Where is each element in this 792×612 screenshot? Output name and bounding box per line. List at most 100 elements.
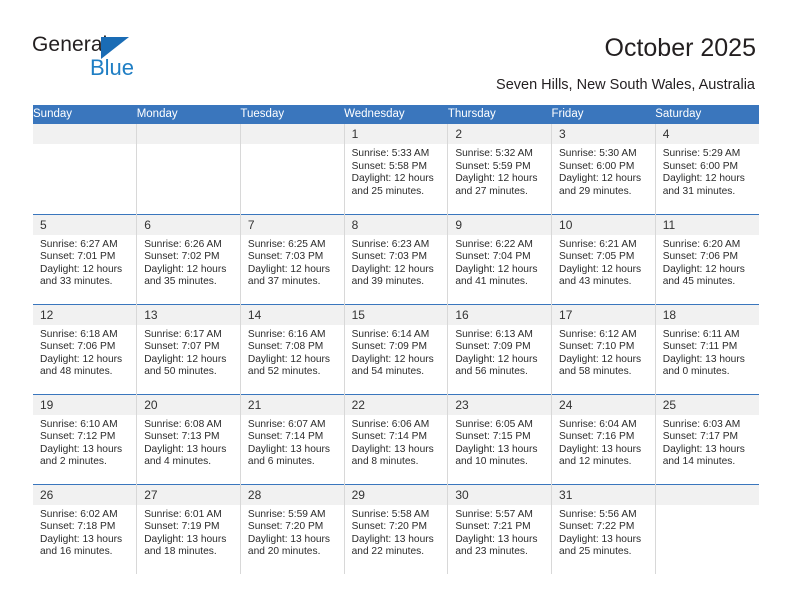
day-number-strip: 3 (552, 124, 655, 144)
calendar-day-cell[interactable]: 13 Sunrise: 6:17 AM Sunset: 7:07 PM Dayligh… (136, 303, 241, 394)
calendar-day-cell[interactable]: 11 Sunrise: 6:20 AM Sunset: 7:06 PM Dayligh… (655, 213, 759, 304)
sunset-text: Sunset: 7:15 PM (455, 431, 531, 443)
day-number-strip: 25 (655, 394, 759, 415)
day-number-strip: 30 (448, 484, 552, 505)
calendar-day-cell[interactable]: 3 Sunrise: 5:30 AM Sunset: 6:00 PM Daylight… (551, 124, 656, 214)
day-cell-content: 15 Sunrise: 6:14 AM Sunset: 7:09 PM Dayligh… (344, 304, 448, 394)
day-sun-info: Sunrise: 6:12 AM Sunset: 7:10 PM Daylight:… (552, 325, 655, 379)
day-number-strip (33, 124, 137, 144)
sunset-text: Sunset: 6:00 PM (662, 160, 739, 172)
calendar-day-cell[interactable]: 29 Sunrise: 5:58 AM Sunset: 7:20 PM Dayligh… (344, 483, 449, 575)
daylight-text: Daylight: 12 hours and 54 minutes. (351, 353, 434, 378)
day-sun-info: Sunrise: 6:10 AM Sunset: 7:12 PM Daylight:… (33, 415, 136, 469)
sunrise-text: Sunrise: 6:14 AM (351, 328, 430, 340)
weekday-header-thursday: Thursday (447, 105, 552, 124)
day-cell-content: 11 Sunrise: 6:20 AM Sunset: 7:06 PM Dayligh… (655, 214, 759, 304)
calendar-day-cell-empty (240, 124, 345, 214)
calendar-day-cell[interactable]: 18 Sunrise: 6:11 AM Sunset: 7:11 PM Dayligh… (655, 303, 759, 394)
logo-text-general: General (32, 33, 108, 56)
day-number: 19 (40, 397, 54, 412)
calendar-day-cell[interactable]: 22 Sunrise: 6:06 AM Sunset: 7:14 PM Dayligh… (344, 393, 449, 484)
calendar-day-cell[interactable]: 2 Sunrise: 5:32 AM Sunset: 5:59 PM Daylight… (447, 124, 553, 214)
day-number-strip: 9 (448, 214, 552, 235)
sunset-text: Sunset: 7:07 PM (144, 341, 220, 353)
sunset-text: Sunset: 7:09 PM (455, 341, 531, 353)
calendar-day-cell[interactable]: 30 Sunrise: 5:57 AM Sunset: 7:21 PM Dayligh… (447, 483, 553, 574)
daylight-text: Daylight: 13 hours and 18 minutes. (144, 533, 227, 558)
day-sun-info: Sunrise: 6:18 AM Sunset: 7:06 PM Daylight:… (33, 325, 136, 379)
page-title: October 2025 (604, 34, 757, 62)
calendar-day-cell[interactable]: 19 Sunrise: 6:10 AM Sunset: 7:12 PM Dayligh… (33, 393, 138, 484)
day-number-strip: 4 (655, 124, 759, 144)
sunrise-text: Sunrise: 6:06 AM (351, 418, 430, 430)
calendar-day-cell[interactable]: 14 Sunrise: 6:16 AM Sunset: 7:08 PM Dayligh… (240, 303, 345, 394)
sunset-text: Sunset: 7:20 PM (247, 521, 324, 533)
sunrise-text: Sunrise: 6:27 AM (40, 238, 118, 250)
day-sun-info: Sunrise: 5:29 AM Sunset: 6:00 PM Daylight:… (656, 144, 759, 198)
sunrise-text: Sunrise: 5:32 AM (455, 148, 533, 159)
calendar-day-cell[interactable]: 8 Sunrise: 6:23 AM Sunset: 7:03 PM Daylight… (344, 213, 449, 304)
calendar-week-row: 12 Sunrise: 6:18 AM Sunset: 7:06 PM Dayligh… (33, 303, 759, 394)
calendar-day-cell[interactable]: 24 Sunrise: 6:04 AM Sunset: 7:16 PM Dayligh… (551, 393, 656, 484)
calendar-day-cell[interactable]: 15 Sunrise: 6:14 AM Sunset: 7:09 PM Dayligh… (344, 303, 449, 394)
sunset-text: Sunset: 7:21 PM (455, 521, 531, 533)
daylight-text: Daylight: 13 hours and 25 minutes. (559, 533, 642, 558)
calendar-day-cell[interactable]: 7 Sunrise: 6:25 AM Sunset: 7:03 PM Daylight… (240, 213, 345, 304)
calendar-day-cell[interactable]: 21 Sunrise: 6:07 AM Sunset: 7:14 PM Dayligh… (240, 393, 345, 484)
day-number-strip: 15 (344, 304, 448, 325)
day-number-strip: 5 (33, 214, 137, 235)
sunrise-text: Sunrise: 6:05 AM (455, 418, 533, 430)
sunrise-text: Sunrise: 6:16 AM (247, 328, 326, 340)
day-number-strip: 16 (448, 304, 552, 325)
day-number-strip: 22 (344, 394, 448, 415)
daylight-text: Daylight: 13 hours and 4 minutes. (144, 443, 227, 468)
sunset-text: Sunset: 7:01 PM (40, 251, 116, 263)
day-sun-info: Sunrise: 6:25 AM Sunset: 7:03 PM Daylight:… (241, 235, 344, 289)
day-cell-content: 19 Sunrise: 6:10 AM Sunset: 7:12 PM Dayligh… (33, 394, 137, 484)
calendar-day-cell[interactable]: 25 Sunrise: 6:03 AM Sunset: 7:17 PM Dayligh… (655, 393, 759, 484)
day-cell-content (655, 484, 759, 575)
day-number-strip: 29 (344, 484, 448, 505)
day-sun-info: Sunrise: 6:01 AM Sunset: 7:19 PM Daylight:… (137, 505, 240, 559)
calendar-day-cell[interactable]: 16 Sunrise: 6:13 AM Sunset: 7:09 PM Dayligh… (447, 303, 553, 394)
sunset-text: Sunset: 7:02 PM (144, 251, 220, 263)
day-number: 9 (455, 217, 462, 232)
general-blue-logo[interactable]: General Blue (32, 33, 212, 81)
day-number-strip: 8 (344, 214, 448, 235)
calendar-day-cell[interactable]: 1 Sunrise: 5:33 AM Sunset: 5:58 PM Daylight… (344, 124, 449, 214)
daylight-text: Daylight: 13 hours and 0 minutes. (662, 353, 745, 378)
calendar-day-cell[interactable]: 23 Sunrise: 6:05 AM Sunset: 7:15 PM Dayligh… (447, 393, 553, 484)
sunset-text: Sunset: 7:11 PM (662, 341, 738, 353)
weekday-header-sunday: Sunday (33, 105, 137, 124)
daylight-text: Daylight: 12 hours and 50 minutes. (144, 353, 227, 378)
day-cell-content: 4 Sunrise: 5:29 AM Sunset: 6:00 PM Daylight… (655, 124, 759, 214)
sunset-text: Sunset: 7:03 PM (351, 251, 427, 263)
calendar-day-cell[interactable]: 20 Sunrise: 6:08 AM Sunset: 7:13 PM Dayligh… (136, 393, 241, 484)
calendar-day-cell[interactable]: 27 Sunrise: 6:01 AM Sunset: 7:19 PM Dayligh… (136, 483, 241, 574)
sunrise-text: Sunrise: 6:23 AM (351, 238, 430, 250)
daylight-text: Daylight: 13 hours and 14 minutes. (662, 443, 745, 468)
day-number-strip: 23 (448, 394, 552, 415)
daylight-text: Daylight: 13 hours and 16 minutes. (40, 533, 123, 558)
day-number: 18 (662, 307, 677, 322)
calendar-day-cell[interactable]: 4 Sunrise: 5:29 AM Sunset: 6:00 PM Daylight… (655, 124, 759, 214)
calendar-day-cell[interactable]: 9 Sunrise: 6:22 AM Sunset: 7:04 PM Daylight… (447, 213, 553, 304)
daylight-text: Daylight: 12 hours and 52 minutes. (247, 353, 331, 378)
daylight-text: Daylight: 12 hours and 41 minutes. (455, 263, 538, 288)
sunrise-text: Sunrise: 6:12 AM (559, 328, 637, 340)
daylight-text: Daylight: 12 hours and 43 minutes. (559, 263, 642, 288)
sunrise-text: Sunrise: 6:25 AM (247, 238, 326, 250)
calendar-day-cell[interactable]: 5 Sunrise: 6:27 AM Sunset: 7:01 PM Daylight… (33, 213, 138, 304)
day-sun-info: Sunrise: 5:57 AM Sunset: 7:21 PM Daylight:… (448, 505, 551, 559)
calendar-day-cell[interactable]: 6 Sunrise: 6:26 AM Sunset: 7:02 PM Daylight… (136, 213, 241, 304)
day-sun-info: Sunrise: 6:27 AM Sunset: 7:01 PM Daylight:… (33, 235, 136, 289)
calendar-day-cell[interactable]: 12 Sunrise: 6:18 AM Sunset: 7:06 PM Dayligh… (33, 303, 138, 394)
calendar-day-cell[interactable]: 28 Sunrise: 5:59 AM Sunset: 7:20 PM Dayligh… (240, 483, 345, 574)
calendar-day-cell[interactable]: 26 Sunrise: 6:02 AM Sunset: 7:18 PM Dayligh… (33, 483, 138, 574)
day-cell-content: 29 Sunrise: 5:58 AM Sunset: 7:20 PM Dayligh… (344, 484, 448, 575)
calendar-day-cell[interactable]: 31 Sunrise: 5:56 AM Sunset: 7:22 PM Dayligh… (551, 483, 656, 574)
calendar-day-cell[interactable]: 10 Sunrise: 6:21 AM Sunset: 7:05 PM Dayligh… (551, 213, 656, 304)
calendar-day-cell[interactable]: 17 Sunrise: 6:12 AM Sunset: 7:10 PM Dayligh… (551, 303, 656, 394)
day-number-strip (240, 124, 344, 144)
day-number: 4 (662, 127, 670, 141)
